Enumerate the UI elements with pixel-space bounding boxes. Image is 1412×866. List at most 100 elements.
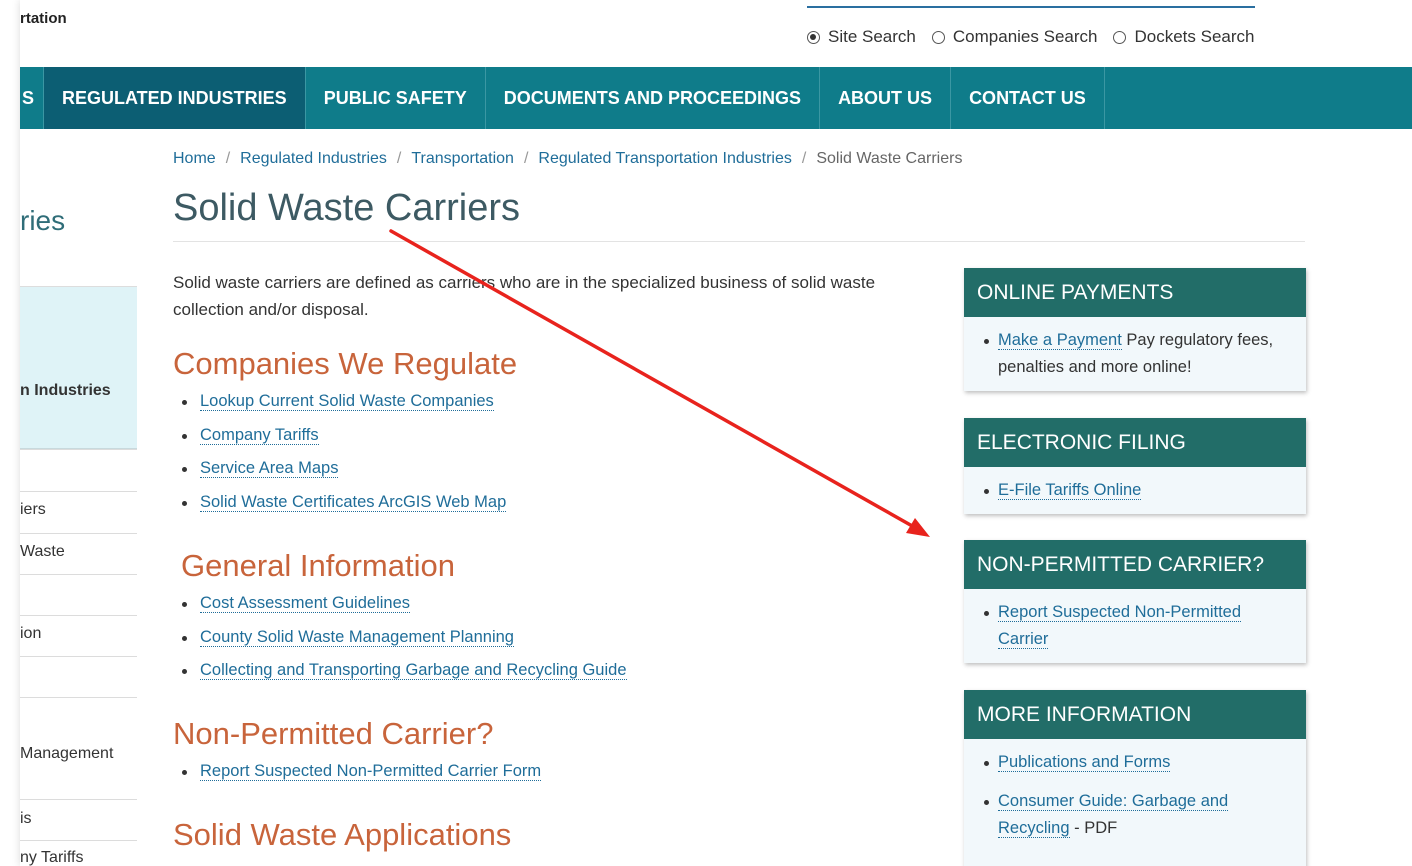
- companies-search-label: Companies Search: [952, 27, 1098, 46]
- list-item: Lookup Current Solid Waste Companies: [173, 392, 506, 426]
- search-input-underline[interactable]: [807, 6, 1255, 8]
- panel-heading: NON-PERMITTED CARRIER?: [964, 540, 1306, 589]
- list-item: Solid Waste Certificates ArcGIS Web Map: [173, 492, 507, 527]
- site-search-label: Site Search: [828, 27, 916, 46]
- publications-forms-link[interactable]: Publications and Forms: [998, 753, 1171, 772]
- breadcrumb-separator: /: [225, 150, 231, 167]
- main-navigation: S REGULATED INDUSTRIES PUBLIC SAFETY DOC…: [20, 67, 1412, 129]
- sidebar-item-carriers[interactable]: iers: [20, 501, 137, 519]
- sidebar-title: ries: [20, 205, 66, 236]
- make-payment-link[interactable]: Make a Payment: [998, 331, 1122, 350]
- nav-regulated-industries[interactable]: REGULATED INDUSTRIES: [44, 67, 306, 129]
- breadcrumb-regulated-transportation[interactable]: Regulated Transportation Industries: [538, 150, 791, 168]
- dockets-search-label: Dockets Search: [1134, 27, 1255, 46]
- sidebar-active-group: [20, 287, 137, 449]
- panel-body: Make a Payment Pay regulatory fees, pena…: [964, 317, 1306, 391]
- sidebar-separator: [20, 799, 137, 800]
- sidebar-item-management[interactable]: Management: [20, 745, 137, 763]
- breadcrumb-home[interactable]: Home: [173, 150, 216, 168]
- pdf-label: - PDF: [1069, 819, 1118, 837]
- panel-non-permitted-carrier: NON-PERMITTED CARRIER? Report Suspected …: [964, 540, 1306, 663]
- lookup-companies-link[interactable]: Lookup Current Solid Waste Companies: [200, 392, 494, 411]
- panel-heading: MORE INFORMATION: [964, 690, 1306, 739]
- search-scope-options: Site Search Companies Search Dockets Sea…: [807, 27, 1270, 47]
- radio-unchecked-icon[interactable]: [1113, 30, 1127, 44]
- intro-paragraph: Solid waste carriers are defined as carr…: [173, 273, 876, 319]
- section-heading-non-permitted: Non-Permitted Carrier?: [173, 716, 494, 751]
- nav-item-partial[interactable]: S: [20, 67, 44, 129]
- sidebar-separator: [20, 491, 137, 492]
- nav-documents-proceedings[interactable]: DOCUMENTS AND PROCEEDINGS: [486, 67, 821, 129]
- list-item: Company Tariffs: [173, 425, 506, 460]
- panel-more-information: MORE INFORMATION Publications and Forms …: [964, 690, 1306, 866]
- efile-tariffs-link[interactable]: E-File Tariffs Online: [998, 481, 1142, 500]
- list-item: Collecting and Transporting Garbage and …: [173, 661, 627, 695]
- panel-list: Report Suspected Non-Permitted Carrier: [978, 599, 1266, 653]
- panel-list: Make a Payment Pay regulatory fees, pena…: [978, 327, 1292, 381]
- breadcrumb-separator: /: [523, 150, 529, 167]
- panel-online-payments: ONLINE PAYMENTS Make a Payment Pay regul…: [964, 268, 1306, 391]
- panel-body: E-File Tariffs Online: [964, 467, 1306, 514]
- panel-heading: ELECTRONIC FILING: [964, 418, 1306, 467]
- list-item: Cost Assessment Guidelines: [173, 594, 627, 628]
- section-heading-general-info: General Information: [181, 548, 455, 583]
- section-heading-applications: Solid Waste Applications: [173, 817, 512, 852]
- radio-checked-icon[interactable]: [807, 30, 820, 44]
- list-item: Consumer Guide: Garbage and Recycling - …: [978, 788, 1266, 842]
- sidebar-item-application[interactable]: ion: [20, 625, 137, 643]
- sidebar-separator: [20, 533, 137, 534]
- sidebar-separator: [20, 449, 137, 450]
- panel-heading: ONLINE PAYMENTS: [964, 268, 1306, 317]
- sidebar-item-forms[interactable]: is: [20, 810, 137, 828]
- list-item: E-File Tariffs Online: [978, 477, 1292, 504]
- radio-unchecked-icon[interactable]: [931, 30, 945, 44]
- list-item: Report Suspected Non-Permitted Carrier: [978, 599, 1266, 653]
- nav-about-us[interactable]: ABOUT US: [820, 67, 952, 129]
- nav-public-safety[interactable]: PUBLIC SAFETY: [306, 67, 486, 129]
- panel-list: E-File Tariffs Online: [978, 477, 1292, 504]
- report-non-permitted-form-link[interactable]: Report Suspected Non-Permitted Carrier F…: [200, 762, 542, 781]
- sidebar: ries n Industries iers Waste ion Managem…: [20, 129, 137, 866]
- site-search-radio[interactable]: Site Search: [807, 27, 916, 47]
- breadcrumb-separator: /: [801, 150, 807, 167]
- sidebar-separator: [20, 840, 137, 841]
- sidebar-separator: [20, 697, 137, 698]
- garbage-recycling-guide-link[interactable]: Collecting and Transporting Garbage and …: [200, 661, 627, 680]
- site-logo[interactable]: rtation: [20, 10, 67, 27]
- sidebar-item-tariffs[interactable]: ny Tariffs: [20, 849, 137, 866]
- panel-body: Report Suspected Non-Permitted Carrier: [964, 589, 1306, 663]
- cost-assessment-link[interactable]: Cost Assessment Guidelines: [200, 594, 411, 613]
- service-area-maps-link[interactable]: Service Area Maps: [200, 459, 339, 478]
- breadcrumb-separator: /: [396, 150, 402, 167]
- arcgis-web-map-link[interactable]: Solid Waste Certificates ArcGIS Web Map: [200, 492, 507, 512]
- general-info-link-list: Cost Assessment Guidelines County Solid …: [173, 594, 627, 695]
- sidebar-item-transportation-industries[interactable]: n Industries: [20, 382, 137, 400]
- list-item: Publications and Forms: [978, 749, 1266, 776]
- list-item: Service Area Maps: [173, 459, 506, 493]
- title-divider: [173, 241, 1305, 242]
- report-non-permitted-link[interactable]: Report Suspected Non-Permitted Carrier: [998, 603, 1242, 649]
- section-heading-companies: Companies We Regulate: [173, 346, 518, 381]
- panel-body: Publications and Forms Consumer Guide: G…: [964, 739, 1306, 852]
- sidebar-separator: [20, 574, 137, 575]
- panel-list: Publications and Forms Consumer Guide: G…: [978, 749, 1266, 842]
- non-permitted-link-list: Report Suspected Non-Permitted Carrier F…: [173, 762, 542, 796]
- nav-contact-us[interactable]: CONTACT US: [951, 67, 1105, 129]
- dockets-search-radio[interactable]: Dockets Search: [1113, 27, 1254, 47]
- sidebar-separator: [20, 615, 137, 616]
- panel-electronic-filing: ELECTRONIC FILING E-File Tariffs Online: [964, 418, 1306, 514]
- sidebar-item-waste[interactable]: Waste: [20, 543, 137, 561]
- breadcrumb: Home / Regulated Industries / Transporta…: [173, 150, 962, 168]
- companies-search-radio[interactable]: Companies Search: [931, 27, 1098, 47]
- list-item: Report Suspected Non-Permitted Carrier F…: [173, 762, 542, 796]
- breadcrumb-current: Solid Waste Carriers: [816, 150, 963, 167]
- sidebar-separator: [20, 656, 137, 657]
- breadcrumb-transportation[interactable]: Transportation: [411, 150, 514, 168]
- page-title: Solid Waste Carriers: [173, 187, 521, 229]
- breadcrumb-regulated-industries[interactable]: Regulated Industries: [240, 150, 387, 168]
- list-item: Make a Payment Pay regulatory fees, pena…: [978, 327, 1292, 381]
- list-item: County Solid Waste Management Planning: [173, 627, 627, 662]
- county-planning-link[interactable]: County Solid Waste Management Planning: [200, 627, 514, 647]
- company-tariffs-link[interactable]: Company Tariffs: [200, 425, 319, 445]
- companies-link-list: Lookup Current Solid Waste Companies Com…: [173, 392, 507, 527]
